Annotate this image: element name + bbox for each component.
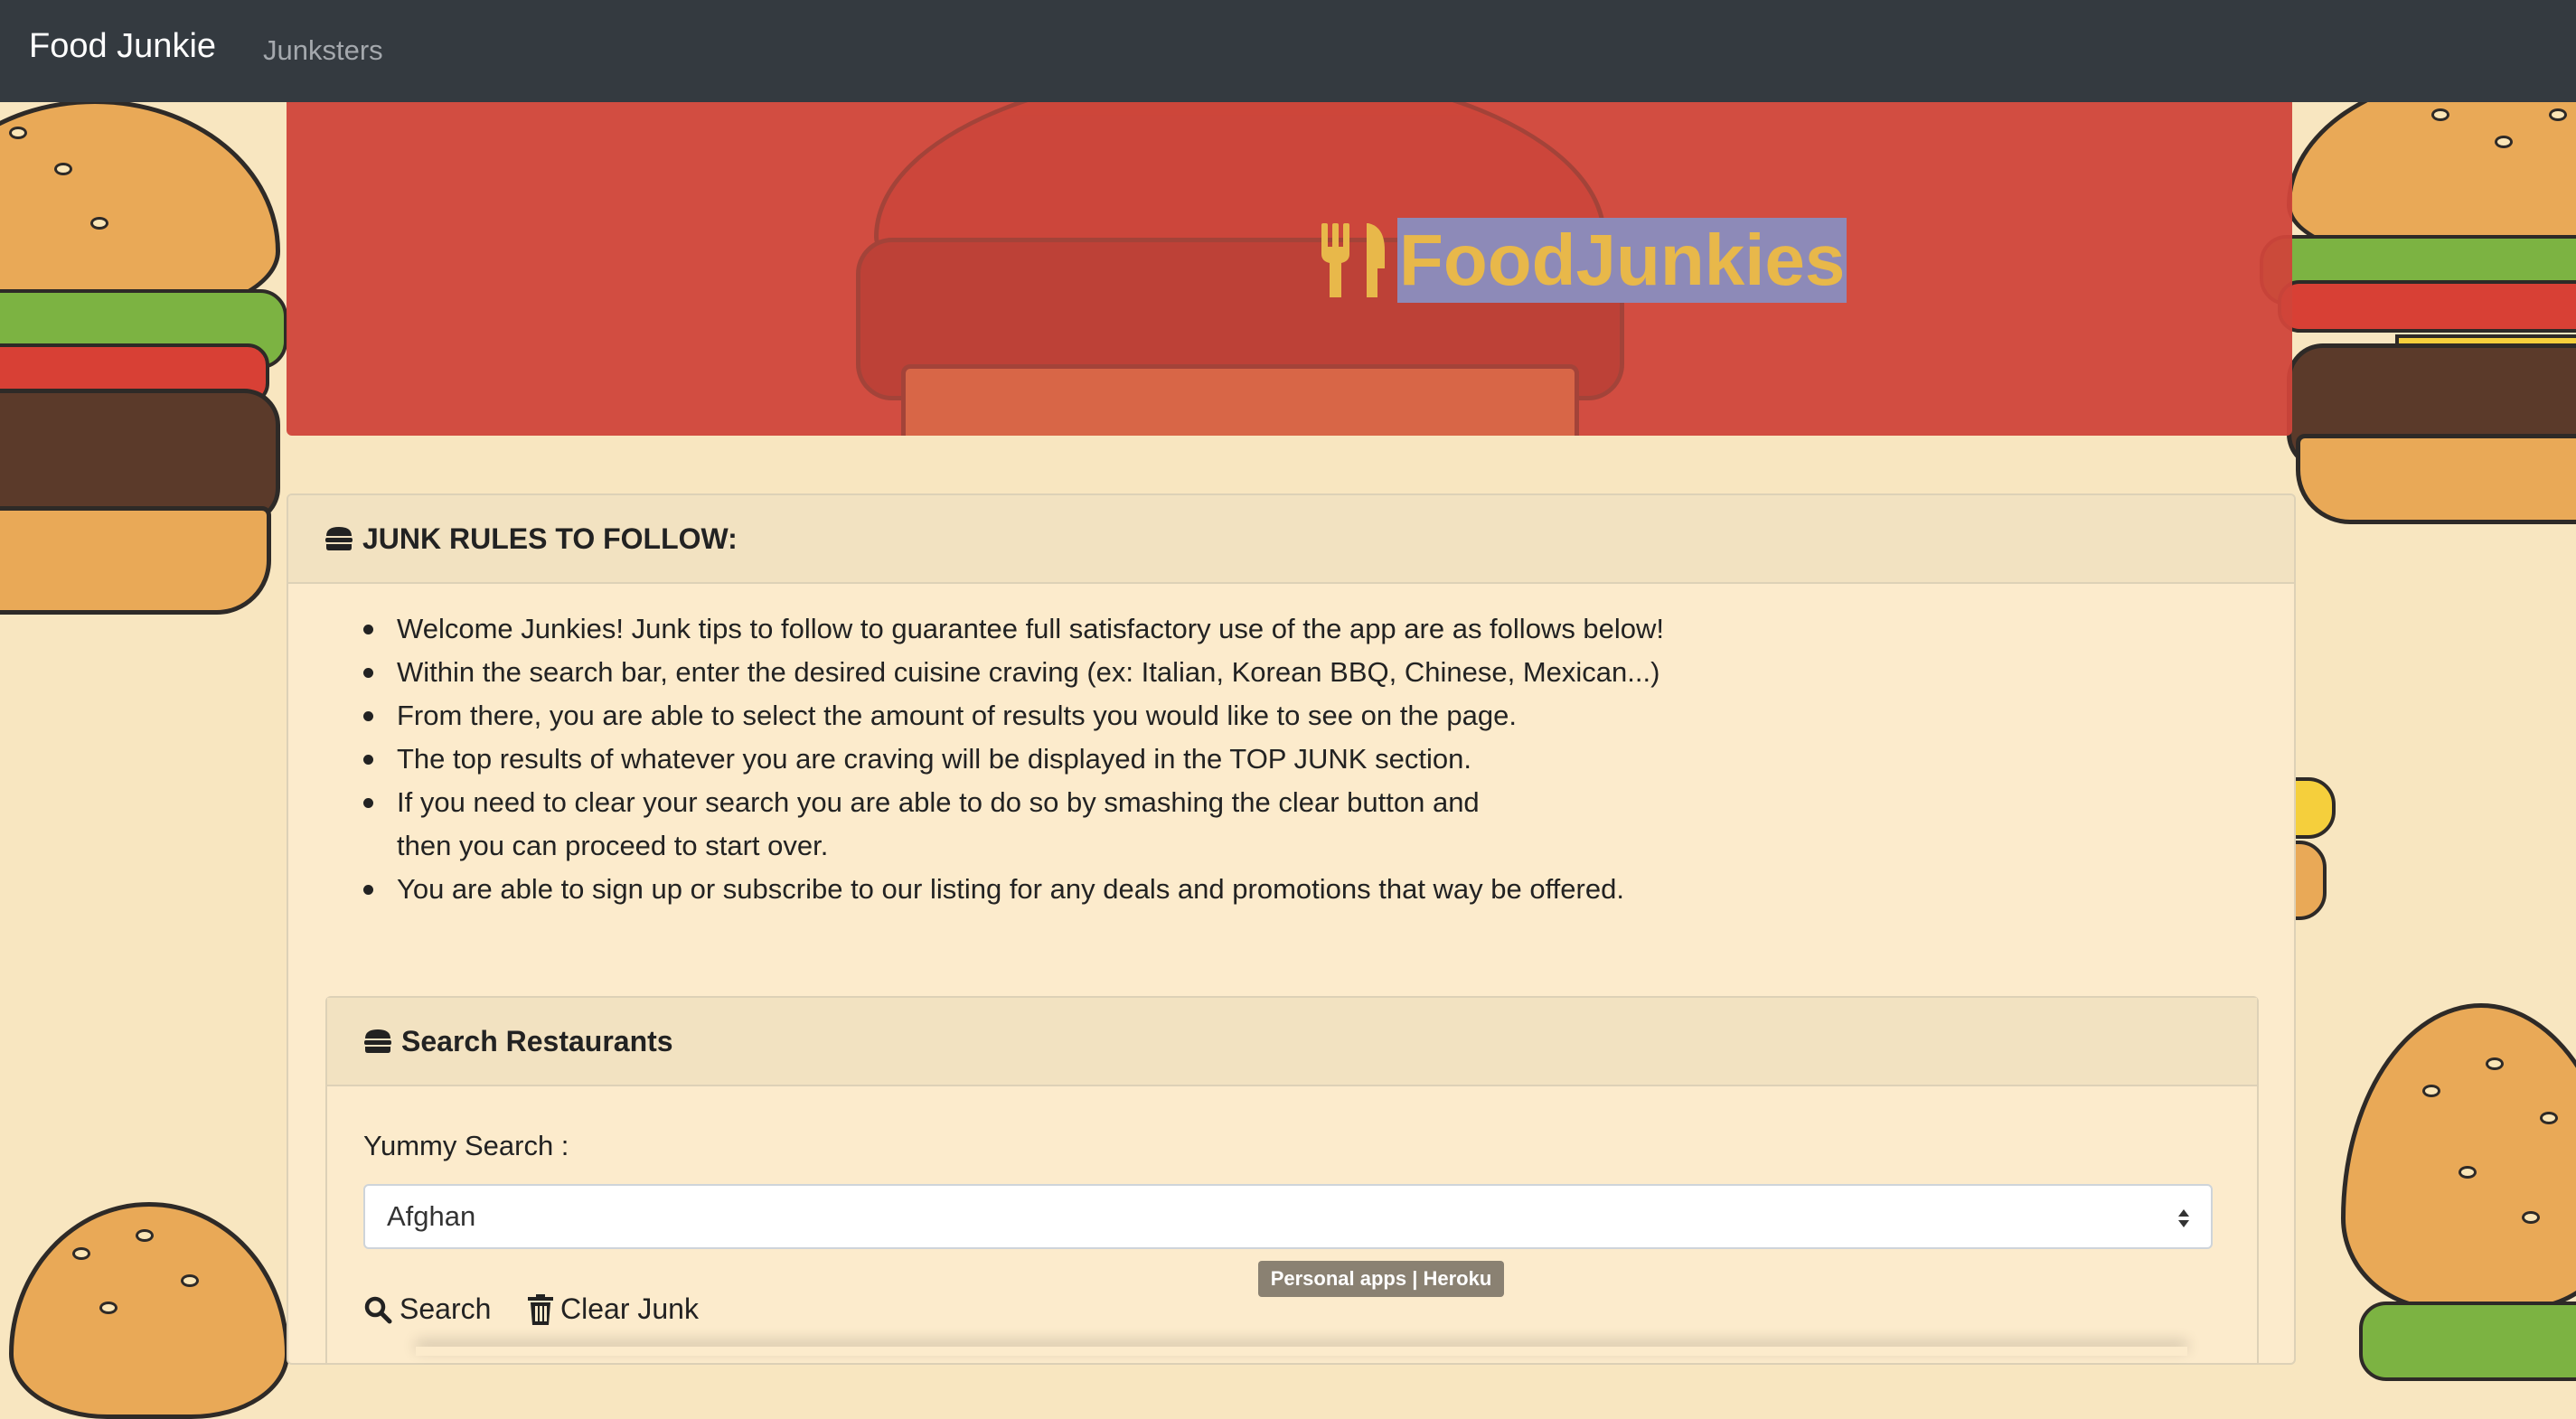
background-burger-left: [0, 99, 289, 615]
search-card-title: Search Restaurants: [401, 1024, 673, 1057]
navbar: Food Junkie Junksters: [0, 0, 2576, 102]
hero-title-text: FoodJunkies: [1397, 218, 1847, 303]
list-item: From there, you are able to select the a…: [363, 694, 2294, 738]
search-card: Search Restaurants Yummy Search : Afghan…: [325, 996, 2259, 1363]
utensils-icon: [1321, 223, 1385, 297]
background-burger-bottom-left: [0, 1202, 289, 1419]
list-item: Welcome Junkies! Junk tips to follow to …: [363, 607, 2294, 651]
navbar-brand[interactable]: Food Junkie: [29, 27, 216, 66]
burger-icon: [364, 1029, 391, 1053]
cuisine-select[interactable]: Afghan: [363, 1184, 2213, 1249]
rules-card-header: JUNK RULES TO FOLLOW:: [288, 495, 2294, 584]
rules-list: Welcome Junkies! Junk tips to follow to …: [288, 607, 2294, 911]
background-burger-right: [2260, 72, 2576, 524]
trash-icon: [528, 1293, 553, 1325]
search-icon: [364, 1296, 392, 1323]
rules-card: JUNK RULES TO FOLLOW: Welcome Junkies! J…: [287, 493, 2296, 1365]
list-item: Within the search bar, enter the desired…: [363, 651, 2294, 694]
burger-icon: [325, 527, 353, 550]
results-area-edge: [416, 1347, 2187, 1356]
select-arrows-icon: [2178, 1209, 2189, 1227]
search-button[interactable]: Search: [363, 1292, 491, 1326]
yummy-search-label: Yummy Search :: [363, 1130, 569, 1161]
rules-card-title: JUNK RULES TO FOLLOW:: [362, 522, 738, 555]
background-burger-bottom-right: [2341, 1003, 2576, 1383]
list-item: You are able to sign up or subscribe to …: [363, 868, 2294, 911]
search-card-header: Search Restaurants: [327, 998, 2257, 1086]
clear-junk-button-label: Clear Junk: [560, 1292, 699, 1325]
list-item: If you need to clear your search you are…: [363, 781, 2294, 824]
tab-tooltip: Personal apps | Heroku: [1258, 1261, 1504, 1297]
cuisine-select-value: Afghan: [387, 1200, 476, 1232]
clear-junk-button[interactable]: Clear Junk: [528, 1292, 699, 1326]
search-button-label: Search: [400, 1292, 492, 1325]
hero-banner: FoodJunkies: [287, 102, 2292, 436]
background-burger-peek: [2292, 741, 2337, 940]
hero-title: FoodJunkies: [1321, 218, 1847, 303]
list-item: The top results of whatever you are crav…: [363, 738, 2294, 781]
nav-link-junksters[interactable]: Junksters: [263, 34, 383, 67]
list-item-continuation: then you can proceed to start over.: [397, 830, 829, 861]
